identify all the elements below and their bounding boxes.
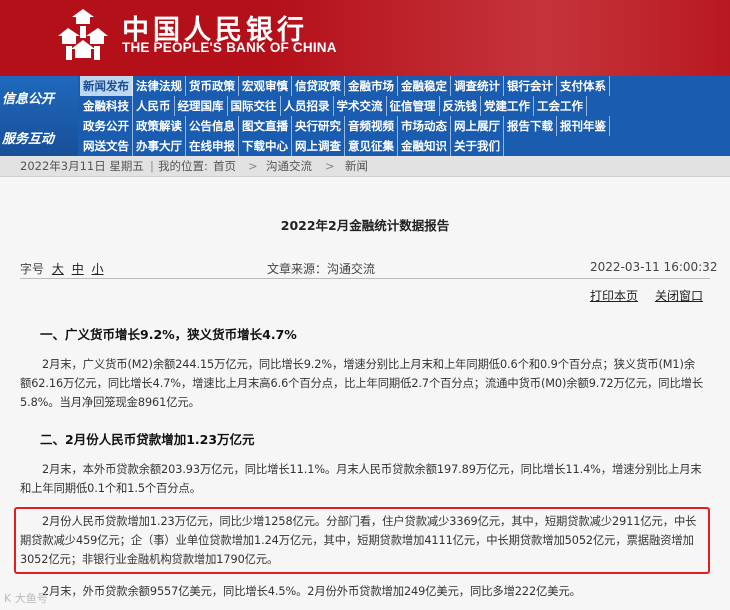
nav-item[interactable]: 反洗钱 [440, 96, 481, 116]
nav-item[interactable]: 网上展厅 [451, 116, 504, 136]
article-source: 文章来源：沟通交流 [267, 262, 376, 276]
nav-item[interactable]: 银行会计 [504, 76, 557, 96]
article-title: 2022年2月金融统计数据报告 [280, 218, 450, 233]
nav-item[interactable]: 工会工作 [534, 96, 587, 116]
close-window-link[interactable]: 关闭窗口 [655, 287, 703, 304]
paragraph-2: 2月末，本外币贷款余额203.93万亿元，同比增长11.1%。月末人民币贷款余额… [20, 463, 702, 495]
font-size-label: 字号 [20, 262, 45, 276]
font-size-controls: 字号 大 中 小 [20, 260, 104, 277]
nav-item[interactable]: 信贷政策 [292, 76, 345, 96]
meta-divider [20, 278, 710, 279]
watermark: K 大鱼号 [4, 592, 48, 605]
breadcrumb-page[interactable]: 新闻 [345, 156, 368, 176]
nav-item[interactable]: 报告下载 [504, 116, 557, 136]
nav-item[interactable]: 在线申报 [186, 136, 239, 156]
nav-item[interactable]: 意见征集 [345, 136, 398, 156]
nav-item[interactable]: 报刊年鉴 [557, 116, 610, 136]
nav-row: 政务公开 政策解读 公告信息 图文直播 央行研究 音频视频 市场动态 网上展厅 报告下载 报刊年鉴 [80, 116, 730, 136]
section-heading-1: 一、广义货币增长9.2%，狭义货币增长4.7% [40, 327, 297, 342]
nav-row: 新闻发布 法律法规 货币政策 宏观审慎 信贷政策 金融市场 金融稳定 调查统计 银行会计 支付体系 [80, 76, 730, 96]
breadcrumb-sep: > [248, 159, 258, 173]
nav-item[interactable]: 网上调查 [292, 136, 345, 156]
pboc-logo-icon[interactable] [54, 6, 112, 66]
font-small-link[interactable]: 小 [92, 262, 104, 276]
nav-item[interactable]: 党建工作 [481, 96, 534, 116]
main-nav: 信息公开 服务互动 新闻发布 法律法规 货币政策 宏观审慎 信贷政策 金融市场 金融稳定 调查… [0, 76, 730, 156]
nav-item[interactable]: 金融稳定 [398, 76, 451, 96]
nav-item[interactable]: 经理国库 [175, 96, 228, 116]
paragraph-1: 2月末，广义货币(M2)余额244.15万亿元，同比增长9.2%，增速分别比上月… [20, 358, 704, 409]
font-large-link[interactable]: 大 [52, 262, 64, 276]
nav-row: 金融科技 人民币 经理国库 国际交往 人员招录 学术交流 征信管理 反洗钱 党建工作 工会工作 [80, 96, 730, 116]
nav-item[interactable]: 关于我们 [451, 136, 504, 156]
nav-item[interactable]: 音频视频 [345, 116, 398, 136]
nav-item[interactable]: 调查统计 [451, 76, 504, 96]
nav-item[interactable]: 公告信息 [186, 116, 239, 136]
nav-item[interactable]: 市场动态 [398, 116, 451, 136]
breadcrumb-section[interactable]: 沟通交流 [266, 156, 312, 176]
nav-side-label-info: 信息公开 [2, 92, 55, 107]
nav-item[interactable]: 金融知识 [398, 136, 451, 156]
nav-item[interactable]: 新闻发布 [80, 76, 133, 96]
nav-item[interactable]: 政策解读 [133, 116, 186, 136]
nav-item[interactable]: 法律法规 [133, 76, 186, 96]
font-medium-link[interactable]: 中 [72, 262, 84, 276]
paragraph-4: 2月末，外币贷款余额9557亿美元，同比增长4.5%。2月份外币贷款增加249亿… [42, 585, 581, 598]
nav-item[interactable]: 学术交流 [334, 96, 387, 116]
nav-item[interactable]: 金融科技 [80, 96, 133, 116]
nav-side-labels: 信息公开 服务互动 [0, 76, 78, 156]
nav-side-label-service: 服务互动 [2, 132, 55, 147]
nav-item[interactable]: 支付体系 [557, 76, 610, 96]
nav-item[interactable]: 网送文告 [80, 136, 133, 156]
divider-bar: | [150, 159, 154, 173]
breadcrumb-sep: > [325, 159, 335, 173]
breadcrumb-home[interactable]: 首页 [213, 156, 236, 176]
nav-item[interactable]: 征信管理 [387, 96, 440, 116]
article-datetime: 2022-03-11 16:00:32 [590, 260, 718, 274]
nav-item[interactable]: 宏观审慎 [239, 76, 292, 96]
nav-item[interactable]: 图文直播 [239, 116, 292, 136]
location-label: 我的位置: [158, 159, 208, 173]
nav-item[interactable]: 办事大厅 [133, 136, 186, 156]
nav-item[interactable]: 货币政策 [186, 76, 239, 96]
site-title-en: THE PEOPLE'S BANK OF CHINA [122, 40, 337, 55]
print-page-link[interactable]: 打印本页 [590, 287, 638, 304]
nav-row: 网送文告 办事大厅 在线申报 下载中心 网上调查 意见征集 金融知识 关于我们 [80, 136, 730, 156]
breadcrumb-bar: 2022年3月11日 星期五 | 我的位置: 首页 > 沟通交流 > 新闻 [0, 156, 730, 177]
nav-item[interactable]: 下载中心 [239, 136, 292, 156]
nav-rows: 新闻发布 法律法规 货币政策 宏观审慎 信贷政策 金融市场 金融稳定 调查统计 银行会计 支付体系… [80, 76, 730, 156]
nav-item[interactable]: 央行研究 [292, 116, 345, 136]
site-header: 中国人民银行 THE PEOPLE'S BANK OF CHINA [0, 0, 730, 76]
nav-item[interactable]: 人员招录 [281, 96, 334, 116]
nav-item[interactable]: 金融市场 [345, 76, 398, 96]
section-heading-2: 二、2月份人民币贷款增加1.23万亿元 [40, 432, 255, 447]
nav-item[interactable]: 人民币 [133, 96, 175, 116]
current-date: 2022年3月11日 星期五 [20, 159, 144, 173]
header-sheen [270, 0, 730, 76]
highlight-box [14, 507, 710, 574]
nav-item[interactable]: 政务公开 [80, 116, 133, 136]
nav-item[interactable]: 国际交往 [228, 96, 281, 116]
